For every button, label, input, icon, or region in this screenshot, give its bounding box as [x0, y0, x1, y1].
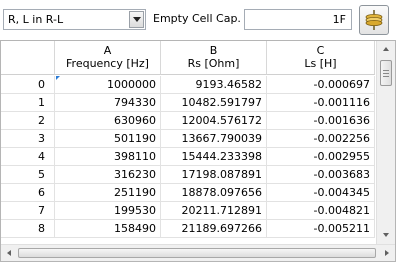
rs-cell[interactable]: 18878.097656	[161, 184, 267, 202]
column-letter: C	[316, 44, 325, 57]
ls-cell[interactable]: -0.004345	[267, 184, 375, 202]
scroll-up-button[interactable]	[377, 41, 395, 58]
row-index[interactable]: 1	[1, 94, 55, 112]
rs-cell[interactable]: 12004.576172	[161, 112, 267, 130]
ls-cell[interactable]: -0.002256	[267, 130, 375, 148]
rs-cell[interactable]: 13667.790039	[161, 130, 267, 148]
row-index[interactable]: 0	[1, 76, 55, 94]
frequency-cell[interactable]: 1000000	[55, 76, 161, 94]
row-index[interactable]: 5	[1, 166, 55, 184]
selection-marker	[56, 76, 60, 80]
frequency-cell[interactable]: 501190	[55, 130, 161, 148]
mode-select[interactable]: R, L in R-L	[3, 9, 146, 30]
frequency-cell[interactable]: 199530	[55, 202, 161, 220]
scroll-right-button[interactable]	[378, 245, 395, 261]
column-name: Ls [H]	[304, 57, 337, 70]
scroll-down-button[interactable]	[377, 227, 395, 244]
empty-cell-cap-input[interactable]: 1F	[244, 9, 352, 30]
rs-cell[interactable]: 10482.591797	[161, 94, 267, 112]
table-row: 7 199530 20211.712891 -0.004821	[1, 202, 375, 220]
table-row: 3 501190 13667.790039 -0.002256	[1, 130, 375, 148]
table-row: 5 316230 17198.087891 -0.003683	[1, 166, 375, 184]
grid-viewport: A Frequency [Hz] B Rs [Ohm] C Ls [H] 0 1…	[1, 41, 375, 244]
frequency-cell[interactable]: 316230	[55, 166, 161, 184]
table-row: 4 398110 15444.233398 -0.002955	[1, 148, 375, 166]
horizontal-scroll-thumb[interactable]	[18, 248, 376, 258]
chevron-down-icon	[133, 17, 141, 22]
row-index[interactable]: 6	[1, 184, 55, 202]
toolbar: R, L in R-L Empty Cell Cap. 1F	[0, 0, 396, 40]
column-header-a[interactable]: A Frequency [Hz]	[55, 41, 161, 75]
rs-cell[interactable]: 20211.712891	[161, 202, 267, 220]
column-header-b[interactable]: B Rs [Ohm]	[161, 41, 267, 75]
scroll-left-button[interactable]	[1, 245, 18, 261]
column-header-c[interactable]: C Ls [H]	[267, 41, 375, 75]
row-index[interactable]: 8	[1, 220, 55, 238]
data-grid: A Frequency [Hz] B Rs [Ohm] C Ls [H] 0 1…	[0, 40, 396, 262]
rs-cell[interactable]: 15444.233398	[161, 148, 267, 166]
column-name: Frequency [Hz]	[66, 57, 149, 70]
rs-cell[interactable]: 21189.697266	[161, 220, 267, 238]
row-index[interactable]: 7	[1, 202, 55, 220]
frequency-cell[interactable]: 251190	[55, 184, 161, 202]
vertical-scrollbar[interactable]	[376, 41, 395, 244]
horizontal-scrollbar[interactable]	[1, 244, 395, 261]
table-row: 6 251190 18878.097656 -0.004345	[1, 184, 375, 202]
frequency-cell[interactable]: 794330	[55, 94, 161, 112]
ls-cell[interactable]: -0.002955	[267, 148, 375, 166]
ls-cell[interactable]: -0.003683	[267, 166, 375, 184]
rs-cell[interactable]: 17198.087891	[161, 166, 267, 184]
row-index[interactable]: 2	[1, 112, 55, 130]
ls-cell[interactable]: -0.005211	[267, 220, 375, 238]
ls-cell[interactable]: -0.001636	[267, 112, 375, 130]
column-letter: B	[209, 44, 218, 57]
row-index[interactable]: 3	[1, 130, 55, 148]
row-index[interactable]: 4	[1, 148, 55, 166]
empty-cell-cap-value: 1F	[332, 13, 346, 26]
frequency-cell[interactable]: 630960	[55, 112, 161, 130]
ls-cell[interactable]: -0.000697	[267, 76, 375, 94]
ls-cell[interactable]: -0.001116	[267, 94, 375, 112]
table-row: 2 630960 12004.576172 -0.001636	[1, 112, 375, 130]
mode-select-value: R, L in R-L	[8, 13, 64, 26]
ls-cell[interactable]: -0.004821	[267, 202, 375, 220]
arrow-right-icon	[385, 250, 389, 256]
frequency-cell[interactable]: 158490	[55, 220, 161, 238]
empty-cell-cap-label: Empty Cell Cap.	[153, 12, 241, 25]
column-name: Rs [Ohm]	[187, 57, 240, 70]
arrow-up-icon	[383, 47, 389, 51]
column-letter: A	[103, 44, 112, 57]
table-row: 1 794330 10482.591797 -0.001116	[1, 94, 375, 112]
vertical-scroll-thumb[interactable]	[380, 60, 392, 86]
frequency-cell[interactable]: 398110	[55, 148, 161, 166]
arrow-left-icon	[7, 250, 11, 256]
capacitor-button[interactable]	[359, 5, 389, 35]
rs-cell[interactable]: 9193.46582	[161, 76, 267, 94]
capacitor-icon	[365, 10, 383, 30]
dropdown-button[interactable]	[129, 11, 144, 28]
grid-corner[interactable]	[1, 41, 55, 75]
arrow-down-icon	[383, 233, 389, 237]
table-row: 8 158490 21189.697266 -0.005211	[1, 220, 375, 238]
